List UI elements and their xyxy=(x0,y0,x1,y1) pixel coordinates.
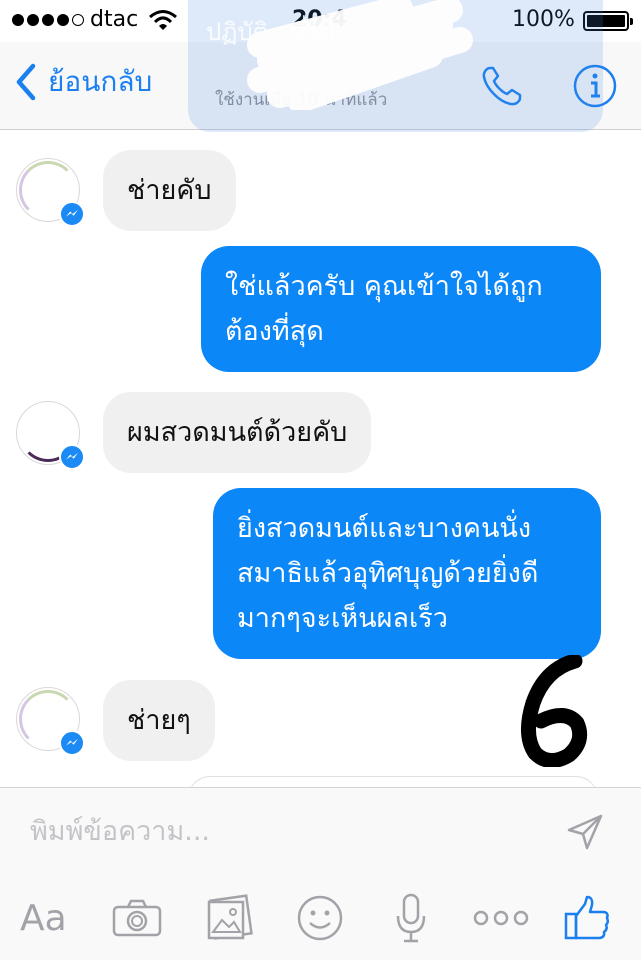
back-button[interactable]: ย้อนกลับ xyxy=(14,60,152,104)
incoming-message[interactable]: ช่ายคับ xyxy=(103,150,236,231)
avatar[interactable] xyxy=(16,401,85,470)
messenger-badge-icon xyxy=(59,201,85,227)
microphone-icon[interactable] xyxy=(394,892,428,944)
send-icon[interactable] xyxy=(565,812,605,852)
partial-message xyxy=(188,776,598,787)
wifi-icon xyxy=(149,10,177,30)
photo-icon[interactable] xyxy=(205,892,253,944)
avatar[interactable] xyxy=(16,158,85,227)
message-input[interactable] xyxy=(30,816,530,847)
emoji-icon[interactable] xyxy=(296,892,344,944)
outgoing-message[interactable]: ใช่แล้วครับ คุณเข้าใจได้ถูก ต้องที่สุด xyxy=(201,246,601,372)
avatar[interactable] xyxy=(16,687,85,756)
signal-strength-icon xyxy=(12,14,84,26)
handwritten-annotation xyxy=(521,655,588,767)
composer-toolbar: Aa xyxy=(0,888,641,948)
back-label: ย้อนกลับ xyxy=(48,65,153,98)
message-composer: Aa xyxy=(0,787,641,960)
messenger-badge-icon xyxy=(59,444,85,470)
like-icon[interactable] xyxy=(563,892,611,944)
incoming-message[interactable]: ช่ายๆ xyxy=(103,680,215,761)
camera-icon[interactable] xyxy=(111,892,163,944)
incoming-message[interactable]: ผมสวดมนต์ด้วยคับ xyxy=(103,392,372,473)
chevron-left-icon xyxy=(16,63,36,101)
carrier-name: dtac xyxy=(90,7,139,32)
outgoing-message[interactable]: ยิ่งสวดมนต์และบางคนนั่ง สมาธิแล้วอุทิศบุ… xyxy=(213,488,601,659)
messenger-badge-icon xyxy=(59,730,85,756)
more-icon[interactable] xyxy=(472,892,530,944)
banner-text: ปฏิบัติ...ที่ได้ xyxy=(206,18,335,46)
text-style-button[interactable]: Aa xyxy=(20,892,67,944)
